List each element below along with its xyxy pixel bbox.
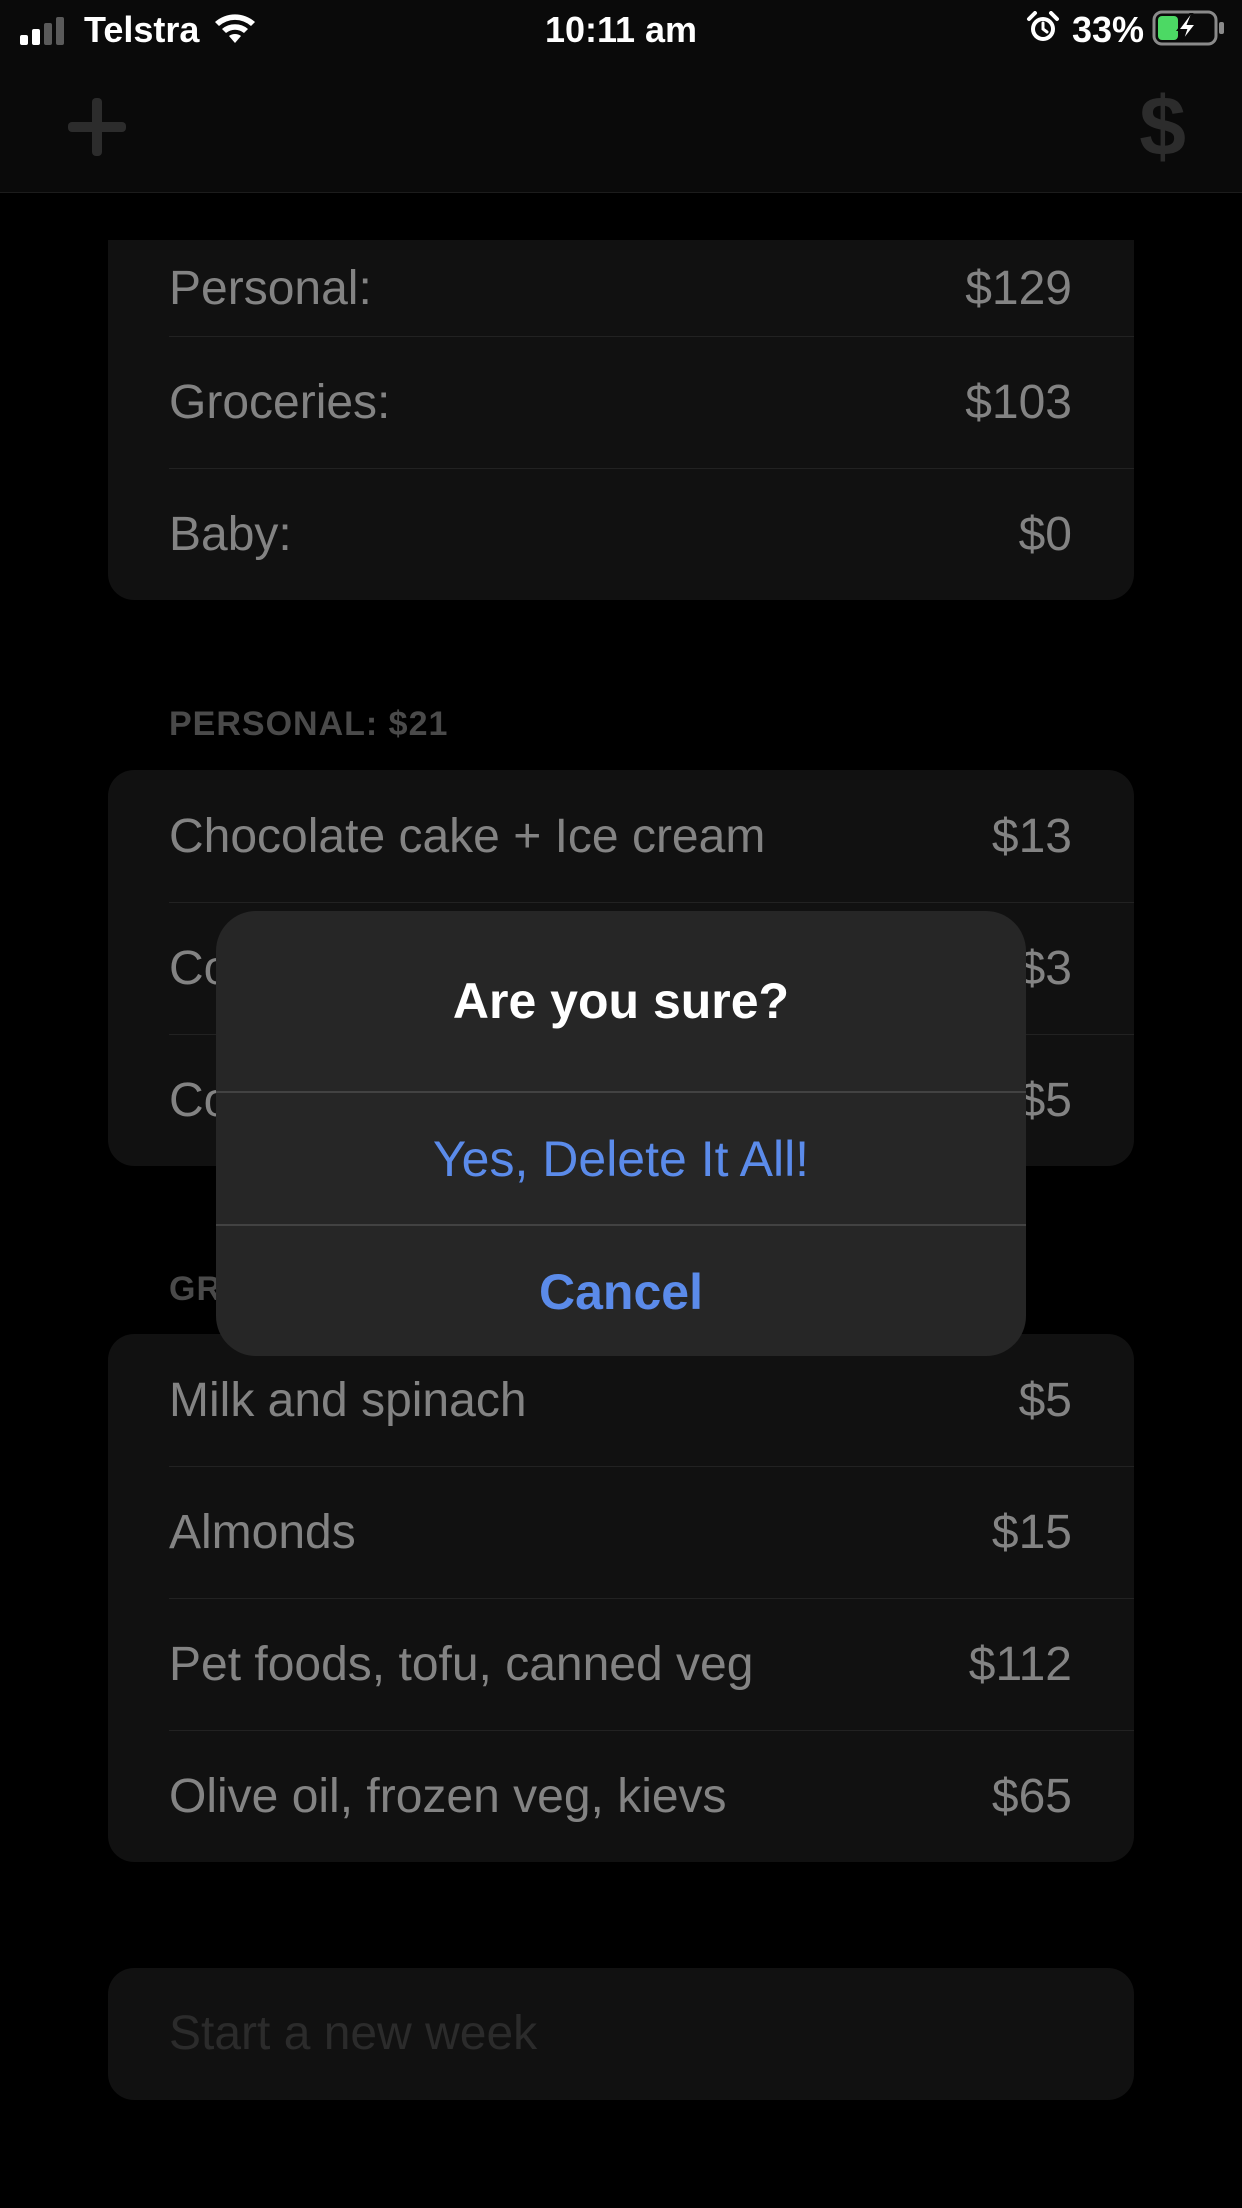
summary-value: $0 (1018, 507, 1072, 561)
confirm-alert-dialog: Are you sure? Yes, Delete It All! Cancel (216, 911, 1026, 1356)
expense-row[interactable]: Pet foods, tofu, canned veg $112 (108, 1598, 1134, 1730)
summary-row: Baby: $0 (108, 468, 1134, 600)
summary-value: $129 (965, 261, 1072, 315)
expense-amount: $13 (991, 809, 1072, 863)
dollar-button[interactable]: $ (1139, 76, 1186, 176)
groceries-card: Milk and spinach $5 Almonds $15 Pet food… (108, 1334, 1134, 1862)
navigation-bar: $ (0, 62, 1242, 193)
expense-amount: $15 (991, 1505, 1072, 1559)
expense-amount: $65 (991, 1769, 1072, 1823)
status-right: 33% (1026, 8, 1226, 52)
expense-amount: $3 (1018, 941, 1072, 995)
expense-label: Pet foods, tofu, canned veg (169, 1637, 754, 1691)
expense-label: Milk and spinach (169, 1373, 527, 1427)
plus-icon[interactable] (62, 92, 132, 162)
status-bar: Telstra 10:11 am 33% (0, 0, 1242, 62)
section-header-personal: PERSONAL: $21 (169, 705, 449, 743)
expense-amount: $5 (1018, 1373, 1072, 1427)
summary-label: Baby: (169, 507, 292, 561)
alert-title: Are you sure? (452, 973, 790, 1029)
expense-row[interactable]: Chocolate cake + Ice cream $13 (108, 770, 1134, 902)
summary-value: $103 (965, 375, 1072, 429)
battery-charging-icon (1152, 10, 1226, 51)
summary-label: Personal: (169, 261, 372, 315)
cancel-button[interactable]: Cancel (216, 1226, 1026, 1356)
summary-card: Personal: $129 Groceries: $103 Baby: $0 (108, 240, 1134, 600)
summary-row: Personal: $129 (108, 240, 1134, 336)
section-header-groceries: GR (169, 1270, 222, 1308)
start-new-week-button[interactable]: Start a new week (108, 1968, 1134, 2100)
expense-label: Olive oil, frozen veg, kievs (169, 1769, 727, 1823)
summary-row: Groceries: $103 (108, 336, 1134, 468)
expense-amount: $5 (1018, 1073, 1072, 1127)
expense-amount: $112 (968, 1637, 1072, 1691)
expense-label: Chocolate cake + Ice cream (169, 809, 766, 863)
expense-row[interactable]: Almonds $15 (108, 1466, 1134, 1598)
summary-label: Groceries: (169, 375, 391, 429)
expense-label: Almonds (169, 1505, 356, 1559)
battery-percent: 33% (1071, 9, 1144, 50)
confirm-delete-button[interactable]: Yes, Delete It All! (216, 1093, 1026, 1224)
alarm-icon (1026, 10, 1060, 50)
start-new-week-label: Start a new week (169, 2007, 538, 2060)
expense-row[interactable]: Olive oil, frozen veg, kievs $65 (108, 1730, 1134, 1862)
